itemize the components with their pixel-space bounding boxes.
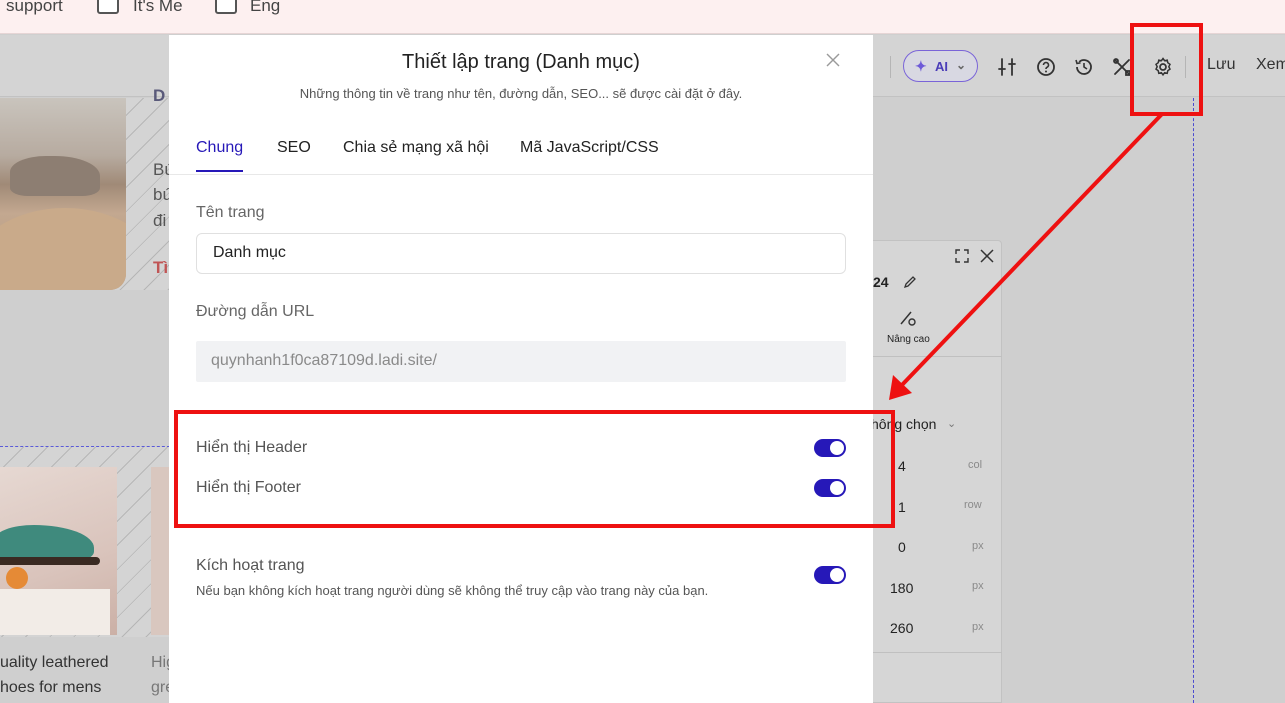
- tab-seo[interactable]: SEO: [277, 139, 311, 170]
- support-text: support: [6, 0, 63, 15]
- position-value[interactable]: 0: [898, 539, 906, 555]
- sparkle-icon: ✦: [915, 58, 927, 74]
- height-value[interactable]: 260: [890, 620, 913, 636]
- edit-icon[interactable]: [903, 275, 917, 289]
- checkbox-its-me[interactable]: [97, 0, 119, 14]
- unit-label: row: [964, 499, 982, 511]
- page-name-label: Tên trang: [196, 204, 265, 221]
- close-icon[interactable]: [825, 52, 841, 68]
- annotation-highlight-gear: [1130, 23, 1203, 116]
- expand-icon[interactable]: [955, 249, 969, 263]
- chevron-down-icon: ⌄: [956, 58, 967, 72]
- sliders-icon[interactable]: [996, 56, 1018, 78]
- product-caption: uality leathered: [0, 654, 109, 671]
- url-input: quynhanh1f0ca87109d.ladi.site/: [196, 341, 846, 382]
- canvas-guide-line: [1193, 98, 1194, 703]
- unit-label: px: [972, 540, 984, 552]
- modal-title: Thiết lập trang (Danh mục): [402, 51, 640, 73]
- annotation-highlight-toggles: [174, 410, 895, 528]
- width-value[interactable]: 180: [890, 580, 913, 596]
- tab-general[interactable]: Chung: [196, 139, 244, 172]
- top-language-bar: support It's Me Eng: [0, 0, 1285, 34]
- advanced-tab-label[interactable]: Nâng cao: [887, 334, 930, 345]
- bg-link-fragment: Tì: [153, 258, 169, 277]
- settings-tabs: Chung SEO Chia sẻ mạng xã hội Mã JavaScr…: [169, 132, 873, 175]
- page-settings-modal: Thiết lập trang (Danh mục) Những thông t…: [169, 35, 873, 703]
- tab-javascript-css[interactable]: Mã JavaScript/CSS: [520, 139, 659, 170]
- panel-title-fragment: 24: [873, 274, 889, 290]
- bg-heading-fragment: D: [153, 86, 166, 105]
- grid-row-value[interactable]: 1: [898, 499, 906, 515]
- history-icon[interactable]: [1073, 56, 1095, 78]
- desert-image: [0, 98, 126, 290]
- unit-label: px: [972, 621, 984, 633]
- activate-page-toggle[interactable]: [814, 566, 846, 584]
- shoe-product-image: [0, 467, 117, 635]
- checkbox-eng[interactable]: [215, 0, 237, 14]
- ai-button[interactable]: ✦ AI ⌄: [903, 50, 978, 82]
- ai-label: AI: [935, 59, 948, 74]
- its-me-label: It's Me: [133, 0, 183, 15]
- chevron-down-icon: ⌄: [947, 418, 957, 430]
- settings-advanced-icon[interactable]: [899, 309, 917, 327]
- save-button[interactable]: Lưu: [1207, 56, 1236, 74]
- page-name-input[interactable]: Danh mục: [196, 233, 846, 274]
- eng-label: Eng: [250, 0, 281, 15]
- close-icon[interactable]: [980, 249, 994, 263]
- help-circle-icon[interactable]: [1035, 56, 1057, 78]
- toolbar-divider: [890, 56, 891, 78]
- activate-page-help: Nếu bạn không kích hoạt trang người dùng…: [196, 583, 709, 598]
- panel-divider: [861, 652, 1002, 653]
- modal-subtitle: Những thông tin về trang như tên, đường …: [299, 86, 743, 101]
- product-caption: hoes for mens: [0, 679, 102, 696]
- unit-label: col: [968, 459, 983, 471]
- grid-col-value[interactable]: 4: [898, 458, 906, 474]
- unit-label: px: [972, 580, 984, 592]
- preview-button[interactable]: Xem: [1256, 56, 1285, 74]
- tab-social-share[interactable]: Chia sẻ mạng xã hội: [343, 139, 489, 170]
- activate-page-label: Kích hoạt trang: [196, 557, 305, 574]
- panel-divider: [861, 356, 1002, 357]
- url-label: Đường dẫn URL: [196, 303, 315, 320]
- bg-text-fragment: đi: [153, 211, 167, 230]
